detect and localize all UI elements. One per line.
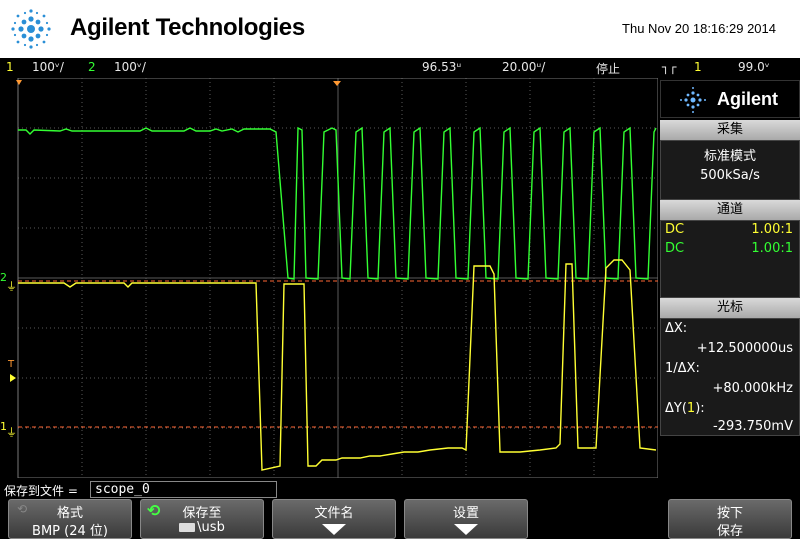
- timebase[interactable]: 20.00ᵘ/: [502, 60, 545, 74]
- press-to-save-title: 按下: [716, 506, 743, 521]
- trigger-source[interactable]: 1: [694, 60, 702, 74]
- trigger-level[interactable]: 99.0ᵛ: [738, 60, 770, 74]
- dy-channel: 1: [686, 401, 696, 416]
- save-to-softkey[interactable]: ⟲ 保存至 \usb: [140, 499, 264, 539]
- submenu-arrow-icon: [454, 524, 478, 535]
- press-to-save-softkey[interactable]: 按下 保存: [668, 499, 792, 539]
- ch2-number[interactable]: 2: [88, 60, 96, 74]
- header-bar: Agilent Technologies Thu Nov 20 18:16:29…: [0, 0, 800, 58]
- ch1-probe: 1.00:1: [751, 222, 793, 237]
- side-panel: Agilent 采集 标准模式 500kSa/s 通道 DC 1.00:1 DC…: [660, 80, 800, 480]
- filename-softkey[interactable]: 文件名: [272, 499, 396, 539]
- format-softkey-title: 格式: [56, 506, 83, 521]
- dx-label: ΔX:: [665, 321, 688, 336]
- agilent-small-logo-icon: [680, 87, 706, 113]
- channel-section: DC 1.00:1 DC 1.00:1: [660, 220, 800, 298]
- agilent-spark-logo-icon: [11, 9, 51, 49]
- brand-name: Agilent Technologies: [70, 14, 305, 41]
- settings-softkey-title: 设置: [452, 506, 479, 521]
- horizontal-delay[interactable]: 96.53ᵘ: [422, 60, 461, 74]
- acquisition-header[interactable]: 采集: [660, 120, 800, 140]
- trigger-edge-icon[interactable]: ┐┌: [662, 60, 676, 74]
- dx-value: +12.500000us: [696, 341, 793, 356]
- format-softkey-value: BMP (24 位): [32, 524, 108, 539]
- ground-symbol: ⏚: [6, 426, 17, 439]
- filename-softkey-title: 文件名: [314, 506, 354, 521]
- acquisition-mode: 标准模式: [703, 149, 756, 164]
- usb-drive-icon: [179, 523, 196, 532]
- sample-rate: 500kSa/s: [700, 168, 760, 183]
- status-bar: 1 100ᵛ/ 2 100ᵛ/ 96.53ᵘ 20.00ᵘ/ 停止 ┐┌ 1 9…: [0, 58, 800, 78]
- ch2-scale[interactable]: 100ᵛ/: [114, 60, 146, 74]
- ch2-probe: 1.00:1: [751, 241, 793, 256]
- dy-label-end: ):: [695, 401, 705, 416]
- submenu-arrow-icon: [322, 524, 346, 535]
- channel-header[interactable]: 通道: [660, 200, 800, 220]
- trigger-level-marker[interactable]: T: [7, 359, 15, 370]
- waveform-display[interactable]: 2 ⏚ T 1 ⏚: [0, 78, 658, 478]
- save-to-softkey-value: \usb: [197, 520, 225, 535]
- dy-label: ΔY(: [665, 401, 687, 416]
- softkey-bar: ⟲ 格式 BMP (24 位) ⟲ 保存至 \usb 文件名 设置 按下 保存: [0, 499, 800, 539]
- inv-dx-label: 1/ΔX:: [665, 361, 700, 376]
- save-to-softkey-title: 保存至: [182, 506, 222, 521]
- ch1-coupling: DC: [665, 222, 685, 237]
- datetime: Thu Nov 20 18:16:29 2014: [622, 21, 776, 36]
- side-logo-text: Agilent: [717, 89, 778, 109]
- run-state[interactable]: 停止: [596, 60, 620, 77]
- side-logo: Agilent: [660, 80, 800, 118]
- press-to-save-value: 保存: [716, 524, 743, 539]
- dy-value: -293.750mV: [712, 419, 793, 434]
- save-to-file-label: 保存到文件 =: [4, 484, 78, 498]
- ch2-coupling: DC: [665, 241, 685, 256]
- ch1-ground-symbol: ⏚: [6, 280, 17, 293]
- ch1-number[interactable]: 1: [6, 60, 14, 74]
- settings-softkey[interactable]: 设置: [404, 499, 528, 539]
- filename-field[interactable]: scope_0: [90, 481, 277, 498]
- save-to-softkey-value-row: \usb: [141, 520, 263, 535]
- save-to-file-bar: 保存到文件 = scope_0: [0, 480, 800, 499]
- inv-dx-value: +80.000kHz: [712, 381, 793, 396]
- cursors-section: ΔX: +12.500000us 1/ΔX: +80.000kHz ΔY(1):…: [660, 318, 800, 436]
- ch1-scale[interactable]: 100ᵛ/: [32, 60, 64, 74]
- cursors-header[interactable]: 光标: [660, 298, 800, 318]
- format-softkey[interactable]: ⟲ 格式 BMP (24 位): [8, 499, 132, 539]
- acquisition-section: 标准模式 500kSa/s: [660, 140, 800, 200]
